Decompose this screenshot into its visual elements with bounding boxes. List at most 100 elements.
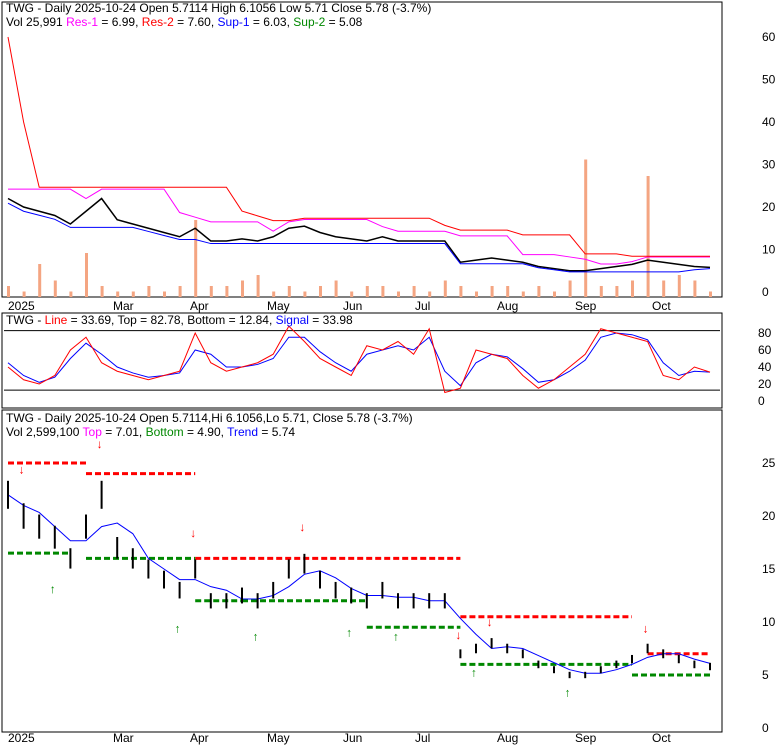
x-axis-label: Apr <box>190 299 209 313</box>
stochastic-y-tick: 20 <box>758 377 772 391</box>
volume-bar <box>646 176 650 297</box>
volume-bar <box>615 286 619 297</box>
volume-bar <box>459 286 463 297</box>
volume-bar <box>38 264 42 297</box>
x-axis-label: Mar <box>113 731 134 745</box>
volume-bar <box>709 291 712 297</box>
detail-legend: Vol 2,599,100 Top = 7.01, Bottom = 4.90,… <box>6 425 295 439</box>
detail-y-tick: 0 <box>762 721 769 735</box>
overview-y-tick: 40 <box>762 115 776 129</box>
up-arrow-icon: ↑ <box>346 626 352 640</box>
overview-legend: Vol 25,991 Res-1 = 6.99, Res-2 = 7.60, S… <box>6 15 363 29</box>
down-arrow-icon: ↓ <box>487 615 493 629</box>
volume-bar <box>53 280 57 297</box>
stochastic-y-tick: 60 <box>758 343 772 357</box>
x-axis-label: May <box>267 731 290 745</box>
stochastic-y-tick: 0 <box>758 394 765 408</box>
panel-price-overview <box>1 1 723 298</box>
overview-y-tick: 0 <box>762 285 769 299</box>
volume-bar <box>225 286 229 297</box>
down-arrow-icon: ↓ <box>299 520 305 534</box>
down-arrow-icon: ↓ <box>190 526 196 540</box>
volume-bar <box>677 275 681 297</box>
x-axis-label: Aug <box>497 299 518 313</box>
panel-price-detail <box>1 409 723 733</box>
volume-bar <box>412 286 416 297</box>
up-arrow-icon: ↑ <box>175 622 181 636</box>
volume-bar <box>194 220 198 297</box>
volume-bar <box>256 275 260 297</box>
detail-y-tick: 15 <box>762 562 776 576</box>
overview-y-tick: 60 <box>762 30 776 44</box>
x-axis-label: 2025 <box>8 731 35 745</box>
x-axis-label: Jul <box>415 731 430 745</box>
volume-bar <box>365 286 369 297</box>
up-arrow-icon: ↑ <box>50 582 56 596</box>
x-axis-label: 2025 <box>8 299 35 313</box>
x-axis-label: Aug <box>497 731 518 745</box>
x-axis-label: Apr <box>190 731 209 745</box>
price-line <box>7 197 711 272</box>
volume-bar <box>272 291 276 297</box>
res1-line <box>8 188 710 265</box>
volume-bar <box>490 286 494 297</box>
down-arrow-icon: ↓ <box>19 463 25 477</box>
volume-bar <box>287 286 291 297</box>
volume-bar <box>241 280 244 297</box>
volume-bar <box>22 291 26 297</box>
detail-y-tick: 20 <box>762 509 776 523</box>
volume-bar <box>381 286 385 297</box>
stochastic-y-tick: 80 <box>758 326 772 340</box>
stochastic-y-tick: 40 <box>758 360 772 374</box>
volume-bar <box>443 280 447 297</box>
overview-y-tick: 10 <box>762 243 776 257</box>
x-axis-label: Jun <box>343 731 362 745</box>
volume-bar <box>693 280 697 297</box>
volume-bar <box>521 291 525 297</box>
up-arrow-icon: ↑ <box>393 630 399 644</box>
volume-bar <box>662 280 666 297</box>
volume-bar <box>7 286 10 297</box>
detail-title: TWG - Daily 2025-10-24 Open 5.7114,Hi 6.… <box>6 411 413 425</box>
stochastic-legend: TWG - Line = 33.69, Top = 82.78, Bottom … <box>6 313 353 327</box>
volume-bar <box>584 159 588 297</box>
down-arrow-icon: ↓ <box>97 437 103 451</box>
res2-line <box>7 36 710 257</box>
volume-bar <box>163 291 166 297</box>
volume-bar <box>475 291 478 297</box>
volume-bar <box>303 291 307 297</box>
volume-bar <box>568 280 572 297</box>
volume-bar <box>178 286 182 297</box>
trend-line <box>7 494 711 674</box>
volume-bar <box>506 286 510 297</box>
x-axis-label: Oct <box>652 299 671 313</box>
detail-y-tick: 25 <box>762 456 776 470</box>
up-arrow-icon: ↑ <box>471 665 477 679</box>
x-axis-label: Sep <box>575 299 597 313</box>
volume-bar <box>209 286 213 297</box>
volume-bar <box>100 286 104 297</box>
volume-bar <box>69 291 73 297</box>
volume-bar <box>131 291 135 297</box>
volume-bar <box>599 286 603 297</box>
down-arrow-icon: ↓ <box>455 628 461 642</box>
overview-y-tick: 50 <box>762 73 776 87</box>
overview-y-tick: 20 <box>762 200 776 214</box>
x-axis-label: Jul <box>415 299 430 313</box>
volume-bar <box>319 286 322 297</box>
signal-line <box>7 332 711 387</box>
volume-bar <box>428 291 432 297</box>
x-axis-label: Jun <box>343 299 362 313</box>
volume-bar <box>116 291 120 297</box>
volume-bar <box>85 253 88 297</box>
stock-chart: ↑ ↑ ↑ ↑ ↑ ↑ ↑ ↓ ↓ ↓ ↓ ↓ ↓ ↓ 0 10 20 30 40 50 60 0 20 40 60 80 0 5 10… <box>1 1 776 745</box>
volume-bar <box>553 291 556 297</box>
overview-title: TWG - Daily 2025-10-24 Open 5.7114 High … <box>6 1 431 15</box>
up-arrow-icon: ↑ <box>253 630 259 644</box>
down-arrow-icon: ↓ <box>643 622 649 636</box>
x-axis-label: Sep <box>575 731 597 745</box>
x-axis-label: Mar <box>113 299 134 313</box>
x-axis-label: May <box>267 299 290 313</box>
overview-y-tick: 30 <box>762 158 776 172</box>
volume-bar <box>334 280 338 297</box>
